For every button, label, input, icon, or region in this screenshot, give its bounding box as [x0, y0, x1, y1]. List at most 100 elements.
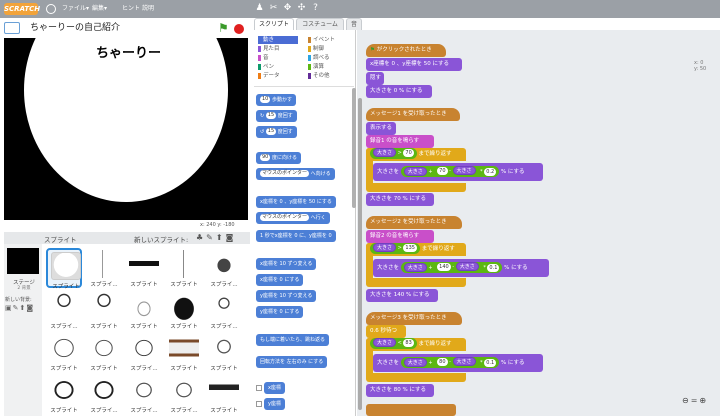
block-rotation-style[interactable]: 回転方法を 左右のみ にする — [256, 356, 328, 368]
category-9[interactable]: その他 — [308, 72, 330, 80]
block-set-x[interactable]: x座標を 0 にする — [256, 274, 304, 286]
sprite-tile[interactable]: スプライト — [46, 332, 82, 372]
sprite-name: スプライト — [52, 284, 80, 290]
sprite-tile[interactable]: スプライト — [166, 248, 202, 288]
sprite-tile[interactable]: スプライ... — [126, 332, 162, 372]
sprite-tile[interactable]: スプライ... — [46, 290, 82, 330]
block-show[interactable]: 表示する — [366, 122, 396, 135]
scratch-logo[interactable]: SCRATCH — [4, 3, 40, 15]
checkbox-y-position[interactable] — [256, 401, 262, 407]
sprite-tile[interactable]: スプライト — [86, 290, 122, 330]
reporter-y-position[interactable]: y座標 — [264, 398, 285, 410]
sprite-tile[interactable]: スプライト — [86, 332, 122, 372]
block-set-y[interactable]: y座標を 0 にする — [256, 306, 304, 318]
sprite-thumbnail — [129, 334, 159, 362]
sprite-tile[interactable]: スプライ... — [86, 374, 122, 414]
block-point-direction[interactable]: 90 度に向ける — [256, 152, 301, 164]
category-5[interactable]: イベント — [308, 36, 335, 44]
menu-edit[interactable]: 編集▾ — [92, 4, 107, 14]
grow-icon[interactable]: ✥ — [282, 3, 293, 14]
project-title[interactable]: ちゃーりーの自己紹介 — [30, 22, 120, 34]
hat-message2[interactable]: メッセージ2 を受け取ったとき — [366, 216, 462, 229]
hat-message3[interactable]: メッセージ3 を受け取ったとき — [366, 312, 462, 325]
new-backdrop-tools[interactable]: ▣✎⬆◙ — [5, 304, 34, 312]
block-glide[interactable]: 1 秒でx座標を 0 に、y座標を 0 — [256, 230, 336, 242]
green-flag-icon[interactable]: ⚑ — [218, 21, 229, 35]
block-set-size-formula-3[interactable]: 大きさを 大きさ + 80 - 大きさ * 0.1 % にする — [373, 354, 543, 372]
sprite-tile[interactable]: スプライト — [126, 248, 162, 288]
sprite-tile[interactable]: スプライト — [46, 248, 82, 290]
new-sprite-tools[interactable]: ♣✎⬆◙ — [196, 233, 236, 242]
category-3[interactable]: ペン — [258, 63, 274, 71]
sprite-name: スプライ... — [210, 324, 238, 330]
tab-sounds[interactable]: 音 — [346, 18, 362, 30]
sprite-thumbnail — [89, 334, 119, 362]
block-goto-xy[interactable]: x座標を 0 、y座標を 50 にする — [256, 196, 336, 208]
category-7[interactable]: 調べる — [308, 54, 330, 62]
stage-canvas[interactable]: ちゃーりー — [4, 38, 248, 220]
checkbox-x-position[interactable] — [256, 385, 262, 391]
delete-scissors-icon[interactable]: ✂ — [268, 3, 279, 14]
block-turn-left[interactable]: ↺ 15 度回す — [256, 126, 297, 138]
block-set-size-formula-2[interactable]: 大きさを 大きさ + 140 - 大きさ * 0.1 % にする — [373, 259, 549, 277]
sprite-tile[interactable]: スプライ... — [166, 374, 202, 414]
block-change-x[interactable]: x座標を 10 ずつ変える — [256, 258, 317, 270]
stage-thumbnail[interactable] — [7, 248, 39, 274]
fullscreen-icon[interactable] — [4, 22, 20, 34]
menu-tips[interactable]: ヒント — [122, 4, 140, 14]
block-play-sound2[interactable]: 録音2 の音を鳴らす — [366, 230, 434, 243]
zoom-controls[interactable]: ⊖=⊕ — [682, 396, 708, 405]
block-goto[interactable]: マウスのポインター へ行く — [256, 212, 330, 224]
sprite-tile[interactable]: スプライ... — [206, 290, 242, 330]
sprite-tile[interactable]: スプライト — [206, 374, 242, 414]
block-turn-right[interactable]: ↻ 15 度回す — [256, 110, 297, 122]
category-2[interactable]: 音 — [258, 54, 269, 62]
block-play-sound1[interactable]: 録音1 の音を鳴らす — [366, 135, 434, 148]
sprite-tile[interactable]: スプライト — [206, 332, 242, 372]
sprite-tile[interactable]: スプライト — [166, 290, 202, 330]
block-change-y[interactable]: y座標を 10 ずつ変える — [256, 290, 317, 302]
hat-partial[interactable] — [366, 404, 456, 416]
block-hide[interactable]: 隠す — [366, 72, 384, 85]
sprite-tile[interactable]: スプライ... — [206, 248, 242, 288]
stop-icon[interactable] — [234, 24, 244, 34]
hat-green-flag[interactable]: ⚑ がクリックされたとき — [366, 44, 446, 57]
block-goto-xy-script[interactable]: x座標を 0 、y座標を 50 にする — [366, 58, 462, 71]
tab-costumes[interactable]: コスチューム — [296, 18, 344, 30]
block-set-size-0[interactable]: 大きさを 0 % にする — [366, 85, 432, 98]
sprite-tile[interactable]: スプライ... — [86, 248, 122, 288]
block-set-size-formula-1[interactable]: 大きさを 大きさ + 70 - 大きさ * 0.2 % にする — [373, 163, 543, 181]
sprite-tile[interactable]: スプライト — [126, 290, 162, 330]
block-move[interactable]: 10 歩動かす — [256, 94, 296, 106]
language-globe-icon[interactable] — [46, 4, 56, 14]
menu-file[interactable]: ファイル▾ — [62, 4, 89, 14]
help-icon[interactable]: ? — [310, 3, 321, 14]
palette-scrollbar[interactable] — [352, 88, 356, 208]
sprite-name: スプライ... — [90, 282, 118, 288]
sprite-tile[interactable]: スプライト — [166, 332, 202, 372]
category-1[interactable]: 見た目 — [258, 45, 280, 53]
menu-about[interactable]: 説明 — [142, 4, 154, 14]
category-color-swatch — [258, 55, 261, 61]
block-set-size-80[interactable]: 大きさを 80 % にする — [366, 384, 434, 397]
script-scrollbar[interactable] — [358, 98, 362, 410]
hat-message1[interactable]: メッセージ1 を受け取ったとき — [366, 108, 460, 121]
block-point-towards[interactable]: マウスのポインター へ向ける — [256, 168, 335, 180]
duplicate-stamp-icon[interactable]: ♟ — [254, 3, 265, 14]
block-wait[interactable]: 0.6 秒待つ — [366, 325, 406, 338]
category-4[interactable]: データ — [258, 72, 280, 80]
sprite-tile[interactable]: スプライ... — [126, 374, 162, 414]
tab-scripts[interactable]: スクリプト — [254, 18, 294, 30]
sprite-tile[interactable]: スプライト — [46, 374, 82, 414]
category-8[interactable]: 演算 — [308, 63, 324, 71]
block-set-size-140[interactable]: 大きさを 140 % にする — [366, 289, 438, 302]
category-0[interactable]: 動き — [258, 36, 298, 44]
sprite-circle — [24, 38, 228, 202]
shrink-icon[interactable]: ✣ — [296, 3, 307, 14]
mouse-coordinates: x: 240 y: -180 — [200, 222, 235, 228]
reporter-x-position[interactable]: x座標 — [264, 382, 285, 394]
category-6[interactable]: 制御 — [308, 45, 324, 53]
block-bounce[interactable]: もし端に着いたら、跳ね返る — [256, 334, 330, 346]
sprite-thumbnail — [209, 376, 239, 404]
block-set-size-70[interactable]: 大きさを 70 % にする — [366, 193, 434, 206]
